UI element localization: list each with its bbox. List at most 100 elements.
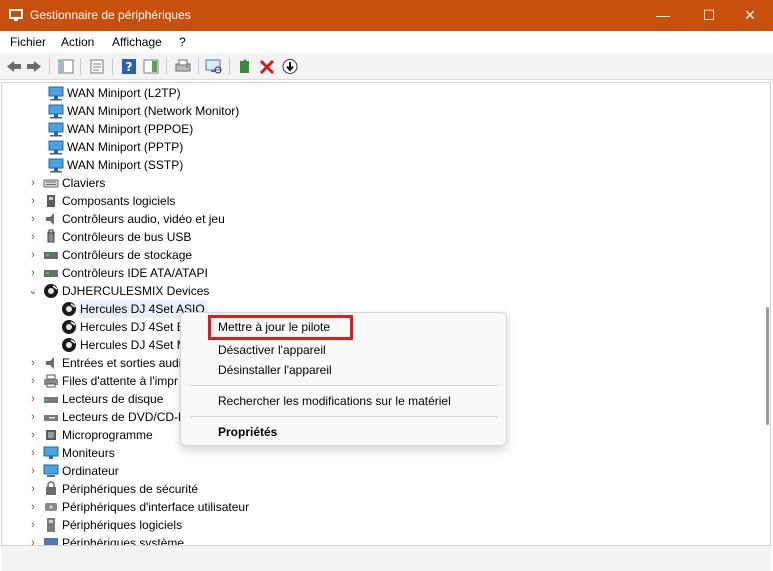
tree-item-label: Contrôleurs audio, vidéo et jeu [62,212,225,226]
tree-item-label: WAN Miniport (PPTP) [67,140,184,154]
menu-action[interactable]: Action [61,35,94,49]
chevron-right-icon[interactable]: › [27,372,39,390]
tree-item-label: Périphériques logiciels [62,518,183,532]
firmware-icon [46,430,56,440]
system-icon [44,538,58,545]
audio-io-icon [46,357,54,369]
toolbar: ? [0,53,773,80]
network-adapter-icon [48,140,64,155]
network-adapter-icon [48,104,64,119]
svg-text:?: ? [126,60,133,74]
tree-item-label: Moniteurs [62,446,115,460]
maximize-button[interactable]: ☐ [686,0,732,31]
menu-item-properties[interactable]: Propriétés [218,423,277,441]
chevron-right-icon[interactable]: › [27,210,39,228]
tree-item-label: Hercules DJ 4Set B [80,320,185,334]
menu-item-disable-device[interactable]: Désactiver l'appareil [218,341,326,359]
usb-icon [47,229,55,243]
device-manager-icon [9,9,23,21]
toolbar-separator [80,58,81,75]
menu-separator [190,416,498,417]
menu-item-uninstall-device[interactable]: Désinstaller l'appareil [218,361,332,379]
menu-fichier[interactable]: Fichier [10,35,46,49]
printer-icon [44,374,58,388]
update-driver-icon[interactable] [236,58,254,75]
chevron-right-icon[interactable]: › [27,264,39,282]
scan-hardware-icon[interactable] [205,58,223,75]
network-adapter-icon [48,158,64,173]
hid-icon [45,503,57,511]
chevron-right-icon[interactable]: › [27,534,39,545]
toolbar-separator [112,58,113,75]
chevron-down-icon[interactable]: ⌄ [27,282,39,300]
tree-item-label: WAN Miniport (PPPOE) [67,122,194,136]
menu-item-scan-hardware[interactable]: Rechercher les modifications sur le maté… [218,392,451,410]
menu-separator [190,385,498,386]
tree-item-label: Lecteurs de disque [62,392,164,406]
network-adapter-icon [48,122,64,137]
tree-item-label: Ordinateur [62,464,119,478]
software-device-icon [47,518,55,532]
show-hide-tree-icon[interactable] [57,58,75,75]
vertical-scrollbar-thumb[interactable] [766,307,769,425]
chevron-right-icon[interactable]: › [27,462,39,480]
title-bar: Gestionnaire de périphériques — ☐ ✕ [0,0,773,31]
chevron-right-icon[interactable]: › [27,408,39,426]
dj-icon [62,338,76,352]
chevron-right-icon[interactable]: › [27,354,39,372]
network-adapter-icon [48,86,64,101]
tree-item-label: Microprogramme [62,428,153,442]
annotation-highlight-box [208,315,353,340]
menu-affichage[interactable]: Affichage [112,35,162,49]
uninstall-icon[interactable] [258,58,276,75]
dvd-icon [44,415,58,421]
back-arrow-icon[interactable] [5,58,23,75]
chevron-right-icon[interactable]: › [27,390,39,408]
tree-item-label: Contrôleurs IDE ATA/ATAPI [62,266,208,280]
help-icon[interactable]: ? [120,58,138,75]
storage-icon [44,252,58,259]
tree-item-label: WAN Miniport (Network Monitor) [67,104,240,118]
toolbar-separator [198,58,199,75]
action-pane-icon[interactable] [142,58,160,75]
toolbar-separator [49,58,50,75]
software-component-icon [47,195,55,207]
chevron-right-icon[interactable]: › [27,516,39,534]
chevron-right-icon[interactable]: › [27,426,39,444]
minimize-button[interactable]: — [640,0,686,31]
close-button[interactable]: ✕ [727,0,773,31]
toolbar-separator [229,58,230,75]
computer-icon [43,464,59,477]
dj-icon [62,320,76,334]
chevron-right-icon[interactable]: › [27,480,39,498]
dj-icon [44,284,58,298]
tree-item-label: Contrôleurs de bus USB [62,230,192,244]
security-icon [46,481,56,495]
chevron-right-icon[interactable]: › [27,444,39,462]
tree-item-label: Files d'attente à l'impr [62,374,178,388]
chevron-right-icon[interactable]: › [27,498,39,516]
tree-item-label: Périphériques système [62,536,185,546]
tree-item-label: DJHERCULESMIX Devices [62,284,210,298]
menu-help[interactable]: ? [179,35,186,49]
window-title: Gestionnaire de périphériques [30,8,191,22]
chevron-right-icon[interactable]: › [27,192,39,210]
print-icon[interactable] [174,58,192,75]
properties-sheet-icon[interactable] [88,58,106,75]
tree-item-label: Entrées et sorties audio [62,356,189,370]
tree-item-label: Composants logiciels [62,194,176,208]
menu-bar: Fichier Action Affichage ? [0,31,773,53]
chevron-right-icon[interactable]: › [27,174,39,192]
tree-item-label: Périphériques d'interface utilisateur [62,500,250,514]
keyboard-icon [43,179,59,188]
ide-icon [44,270,58,277]
forward-arrow-icon[interactable] [25,58,43,75]
disable-device-icon[interactable] [281,58,299,75]
tree-item-label: Claviers [62,176,106,190]
chevron-right-icon[interactable]: › [27,228,39,246]
tree-item-label: WAN Miniport (SSTP) [67,158,184,172]
chevron-right-icon[interactable]: › [27,246,39,264]
disk-icon [44,397,58,403]
tree-item-label: Contrôleurs de stockage [62,248,193,262]
tree-item-label: Périphériques de sécurité [62,482,199,496]
